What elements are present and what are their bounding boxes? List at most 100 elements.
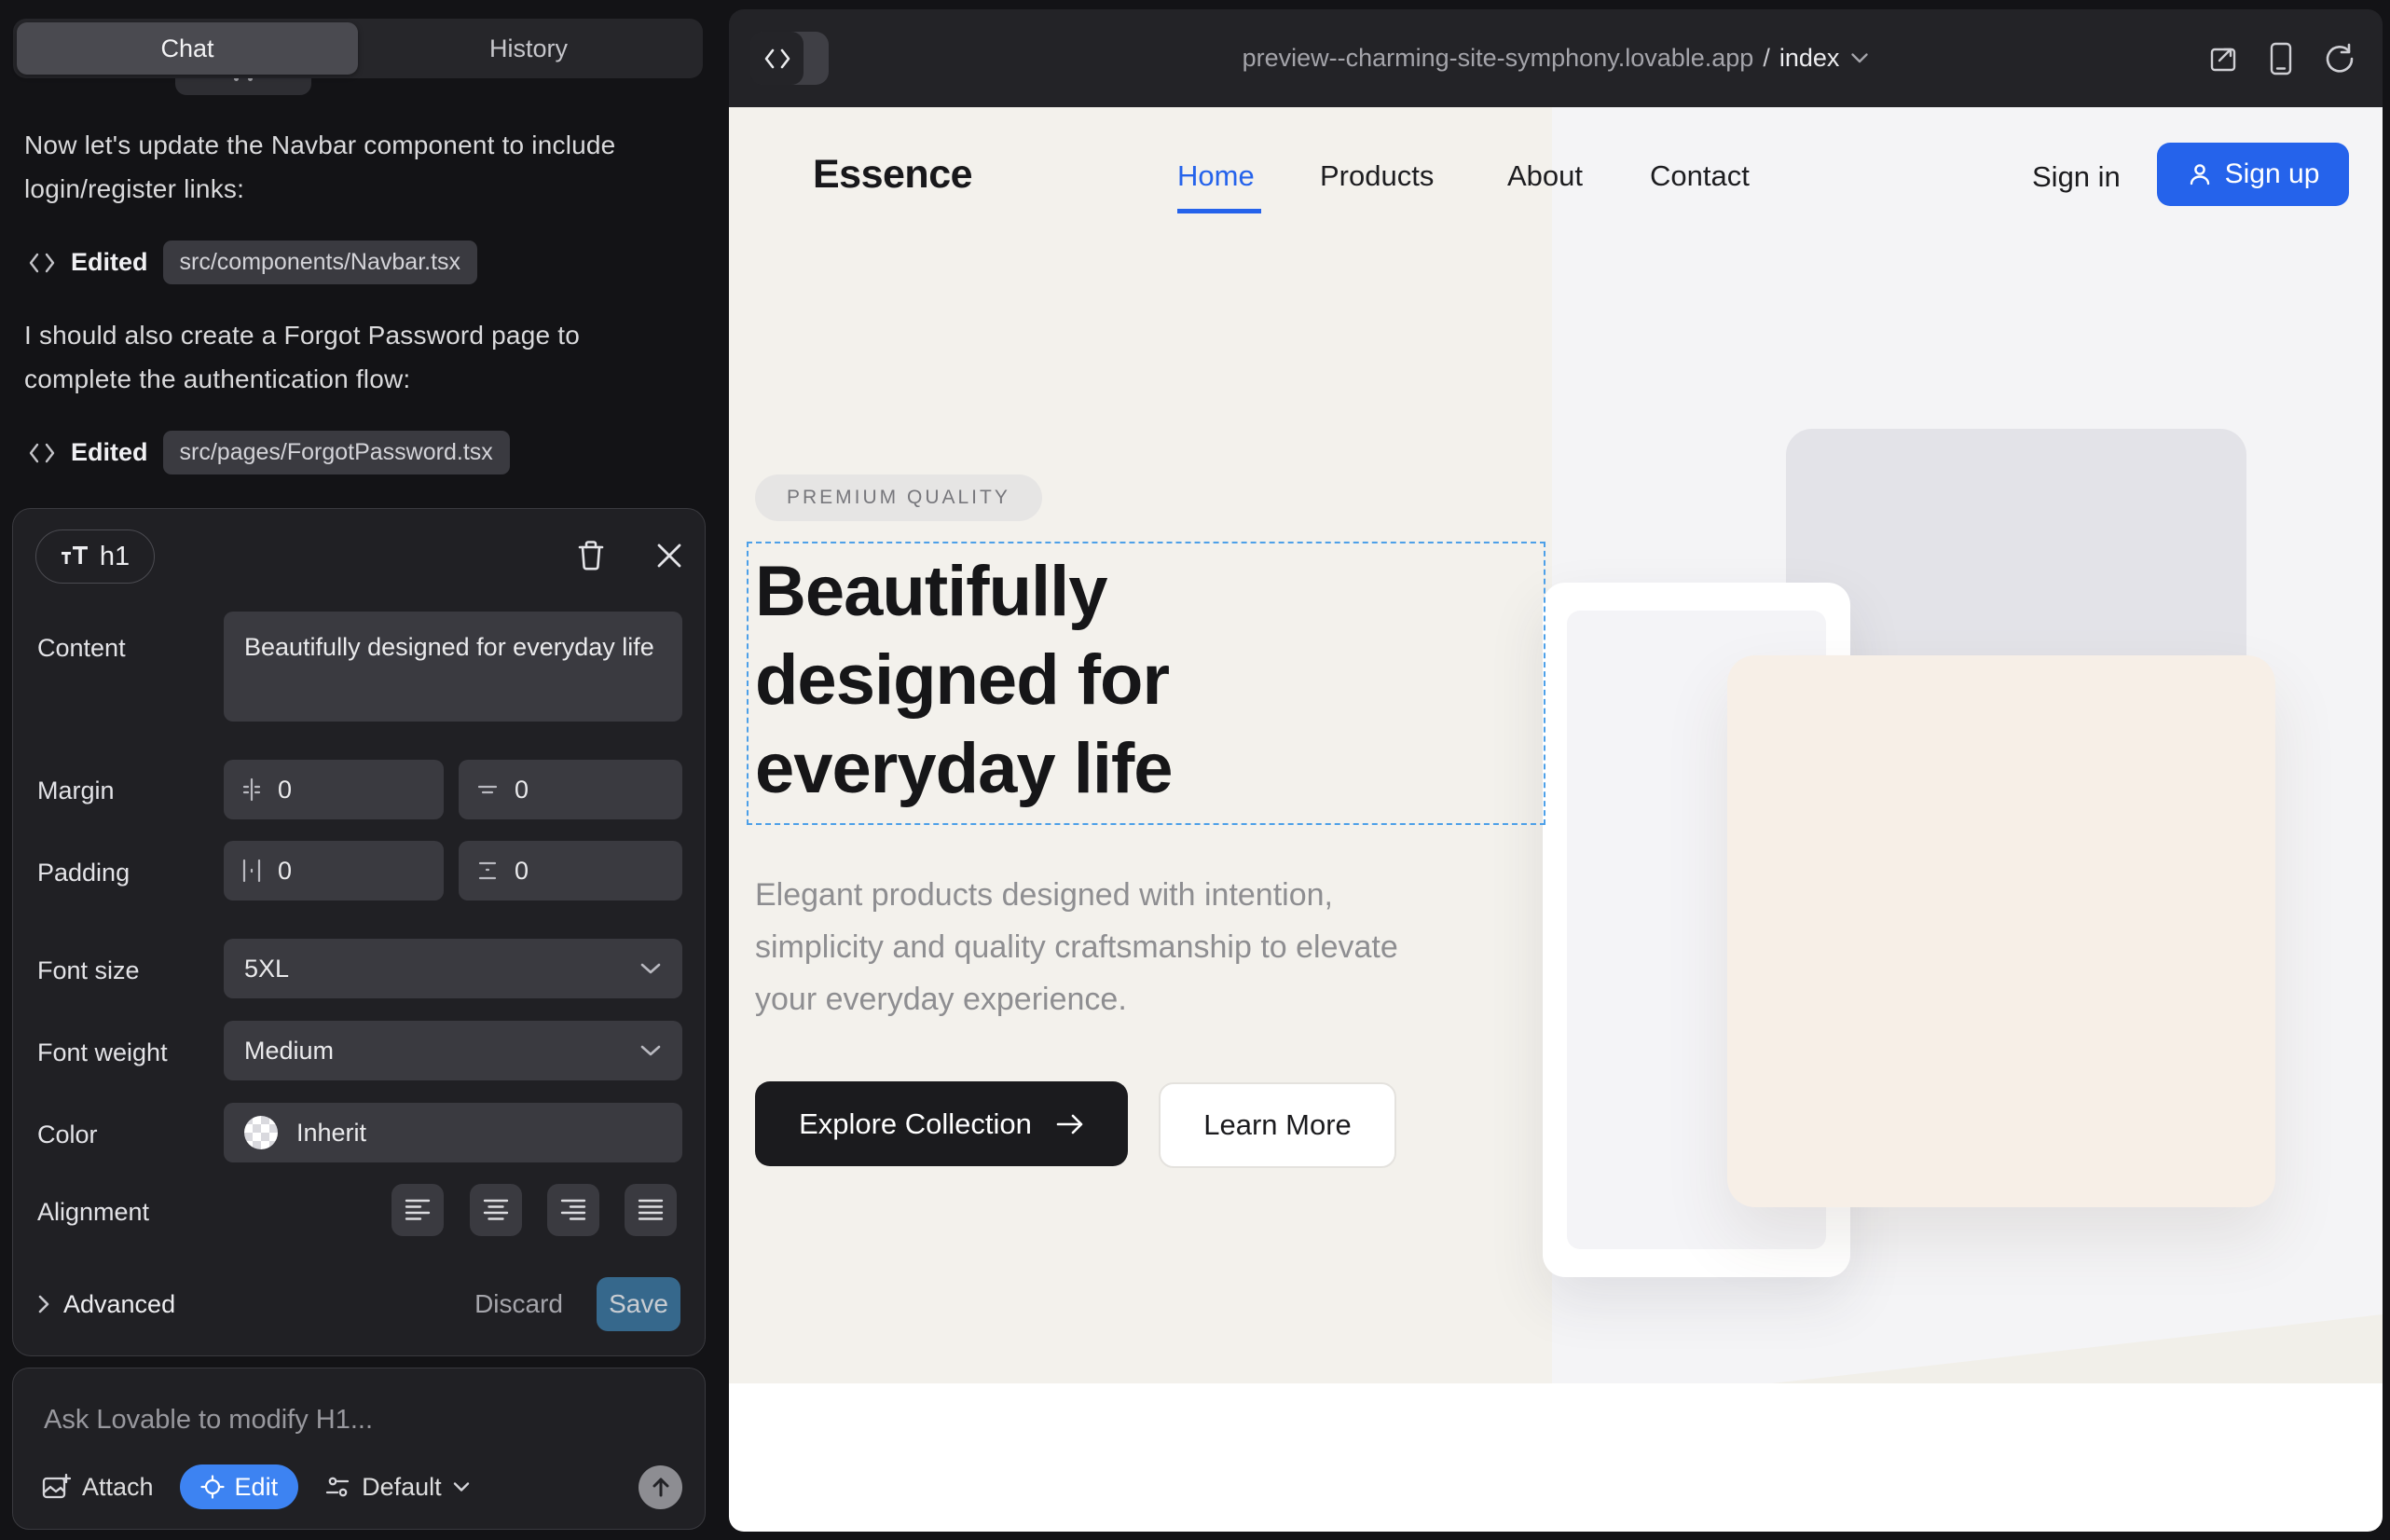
attach-button[interactable]: Attach [41,1472,154,1502]
selected-element-tag: h1 [35,529,155,584]
padding-x-input[interactable]: 0 [224,841,444,901]
margin-vertical-icon [475,778,500,801]
target-icon [200,1475,225,1499]
close-icon [655,542,683,570]
font-size-select[interactable]: 5XL [224,939,682,998]
send-button[interactable] [639,1465,682,1509]
browser-topbar: preview--charming-site-symphony.lovable.… [729,9,2383,107]
signin-link[interactable]: Sign in [2032,160,2121,194]
code-icon [28,251,56,275]
user-icon [2187,161,2213,187]
edited-label: Edited [71,248,148,277]
chevron-down-icon [639,961,662,976]
preview-window: preview--charming-site-symphony.lovable.… [729,9,2383,1532]
padding-horizontal-icon [240,859,263,883]
url-bar[interactable]: preview--charming-site-symphony.lovable.… [729,9,2383,107]
url-separator: / [1763,44,1770,73]
color-swatch-transparent [244,1116,278,1149]
editor-footer: Advanced Discard Save [13,1277,705,1331]
assistant-message: I should also create a Forgot Password p… [24,313,639,401]
edited-file-row: Edited src/components/Navbar.tsx [28,241,477,284]
decorative-card-cream [1727,655,2275,1207]
padding-y-input[interactable]: 0 [459,841,682,901]
hero-badge: PREMIUM QUALITY [755,474,1042,521]
mobile-phone-icon [2269,42,2293,76]
margin-field-label: Margin [37,777,115,805]
learn-more-button[interactable]: Learn More [1159,1082,1396,1168]
refresh-icon [2323,43,2355,75]
chevron-down-icon [453,1481,470,1492]
edited-file-row: Edited src/pages/ForgotPassword.tsx [28,431,510,474]
align-center-icon [482,1198,510,1222]
color-field-label: Color [37,1121,98,1149]
file-chip[interactable]: src/components/Navbar.tsx [163,241,478,284]
tab-chat[interactable]: Chat [17,22,358,75]
save-button[interactable]: Save [597,1277,680,1331]
align-left-button[interactable] [391,1184,444,1236]
font-weight-select[interactable]: Medium [224,1021,682,1080]
chat-composer: Attach Edit Default [12,1368,706,1530]
arrow-up-icon [651,1476,671,1498]
element-tag-label: h1 [100,542,130,572]
chevron-down-icon [1850,52,1869,64]
align-left-icon [404,1198,432,1222]
assistant-message: Now let's update the Navbar component to… [24,123,639,211]
alignment-field-label: Alignment [37,1198,149,1227]
code-icon [28,441,56,465]
advanced-toggle[interactable]: Advanced [37,1290,175,1319]
url-page: index [1779,44,1840,73]
hero-heading[interactable]: Beautifully designed for everyday life [755,547,1352,813]
chevron-down-icon [639,1043,662,1058]
active-nav-underline [1177,209,1261,213]
color-picker-field[interactable]: Inherit [224,1103,682,1162]
margin-y-input[interactable]: 0 [459,760,682,819]
align-right-icon [559,1198,587,1222]
external-link-icon [2207,43,2239,75]
chevron-right-icon [37,1294,50,1314]
composer-toolbar: Attach Edit Default [41,1464,682,1510]
url-domain: preview--charming-site-symphony.lovable.… [1243,44,1754,73]
content-field-label: Content [37,634,126,663]
refresh-button[interactable] [2323,43,2355,75]
attach-image-icon [41,1472,71,1502]
align-justify-button[interactable] [625,1184,677,1236]
edited-label: Edited [71,438,148,467]
signup-button[interactable]: Sign up [2157,143,2349,206]
font-size-field-label: Font size [37,956,140,985]
site-logo[interactable]: Essence [813,152,972,198]
padding-vertical-icon [475,859,500,882]
trash-icon [576,540,606,571]
sliders-icon [324,1474,350,1500]
close-editor-button[interactable] [651,537,688,574]
align-justify-icon [637,1198,665,1222]
nav-link-contact[interactable]: Contact [1650,159,1750,193]
align-center-button[interactable] [470,1184,522,1236]
margin-x-input[interactable]: 0 [224,760,444,819]
discard-button[interactable]: Discard [474,1289,563,1319]
open-external-button[interactable] [2207,43,2239,75]
delete-element-button[interactable] [572,537,610,574]
hero-section: Essence Home Products About Contact Sign… [729,107,2383,1383]
chat-input[interactable] [44,1396,659,1443]
nav-link-products[interactable]: Products [1320,159,1434,193]
site-canvas: Essence Home Products About Contact Sign… [729,107,2383,1532]
padding-field-label: Padding [37,859,130,887]
file-chip[interactable]: src/pages/ForgotPassword.tsx [163,431,510,474]
chat-sidebar: Chat History Now let's update the Navbar… [0,0,727,1540]
explore-collection-button[interactable]: Explore Collection [755,1081,1128,1166]
hero-description: Elegant products designed with intention… [755,869,1463,1025]
tab-history[interactable]: History [358,22,699,75]
arrow-right-icon [1056,1113,1084,1135]
mobile-view-button[interactable] [2269,42,2293,76]
element-editor-panel: h1 Content Beautifully designed for ever… [12,508,706,1356]
align-right-button[interactable] [547,1184,599,1236]
nav-link-about[interactable]: About [1507,159,1583,193]
mode-select[interactable]: Default [324,1473,470,1502]
sidebar-tabs: Chat History [13,19,703,78]
font-weight-field-label: Font weight [37,1038,168,1067]
edit-mode-button[interactable]: Edit [180,1464,299,1509]
margin-horizontal-icon [240,777,263,802]
nav-link-home[interactable]: Home [1177,159,1255,193]
content-input[interactable]: Beautifully designed for everyday life [224,612,682,722]
browser-actions [2207,9,2355,107]
